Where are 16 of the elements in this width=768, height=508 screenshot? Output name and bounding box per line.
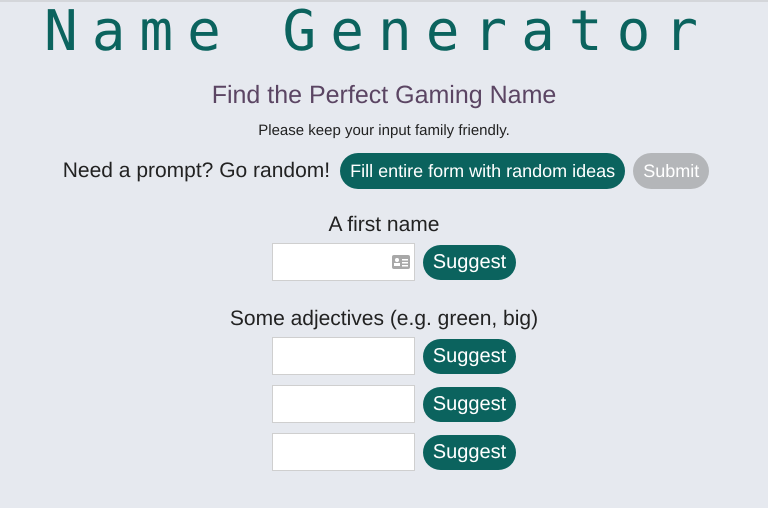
suggest-button[interactable]: Suggest xyxy=(422,338,516,374)
contact-card-icon xyxy=(392,255,410,269)
field-label: Some adjectives (e.g. green, big) xyxy=(230,306,538,332)
notice-text: Please keep your input family friendly. xyxy=(258,121,510,141)
text-field[interactable] xyxy=(272,433,415,471)
suggest-button[interactable]: Suggest xyxy=(422,386,516,422)
random-fill-button[interactable]: Fill entire form with random ideas xyxy=(340,153,626,189)
page-subtitle: Find the Perfect Gaming Name xyxy=(212,80,556,111)
text-field[interactable] xyxy=(272,385,415,423)
field-label: A first name xyxy=(328,212,440,238)
text-field[interactable] xyxy=(272,243,415,281)
suggest-button[interactable]: Suggest xyxy=(422,244,516,280)
text-field[interactable] xyxy=(272,337,415,375)
suggest-button[interactable]: Suggest xyxy=(422,434,516,470)
prompt-text: Need a prompt? Go random! xyxy=(62,158,330,184)
page-title: Name Generator xyxy=(44,2,712,62)
